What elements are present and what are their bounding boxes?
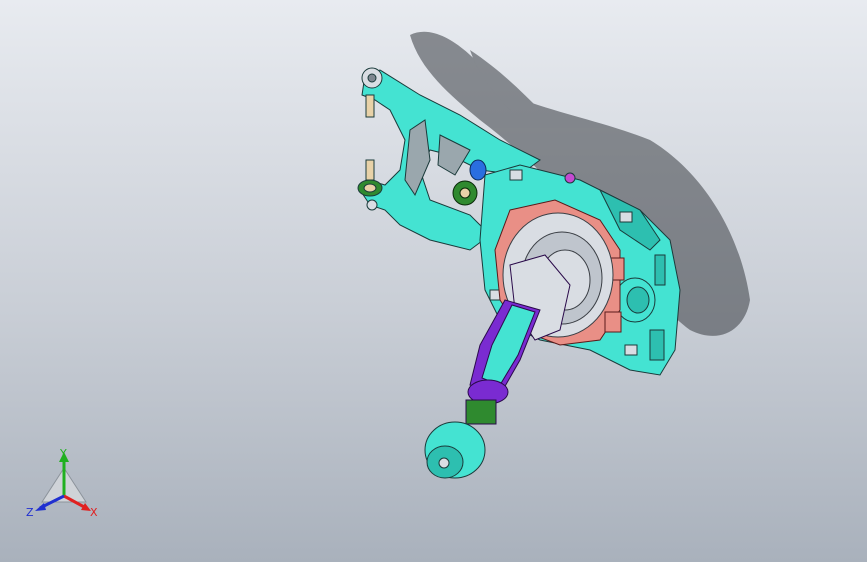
coordinate-triad: Y X Z (26, 447, 98, 519)
cad-viewport[interactable]: Y X Z (0, 0, 867, 562)
green-bushing[interactable] (452, 180, 478, 206)
shaft-end-cap[interactable] (424, 421, 486, 479)
y-axis-label: Y (59, 447, 67, 460)
blue-fitting[interactable] (469, 159, 487, 181)
suspension-assembly-model[interactable] (0, 0, 867, 562)
z-axis-label: Z (26, 506, 34, 519)
x-axis-label: X (90, 506, 98, 519)
